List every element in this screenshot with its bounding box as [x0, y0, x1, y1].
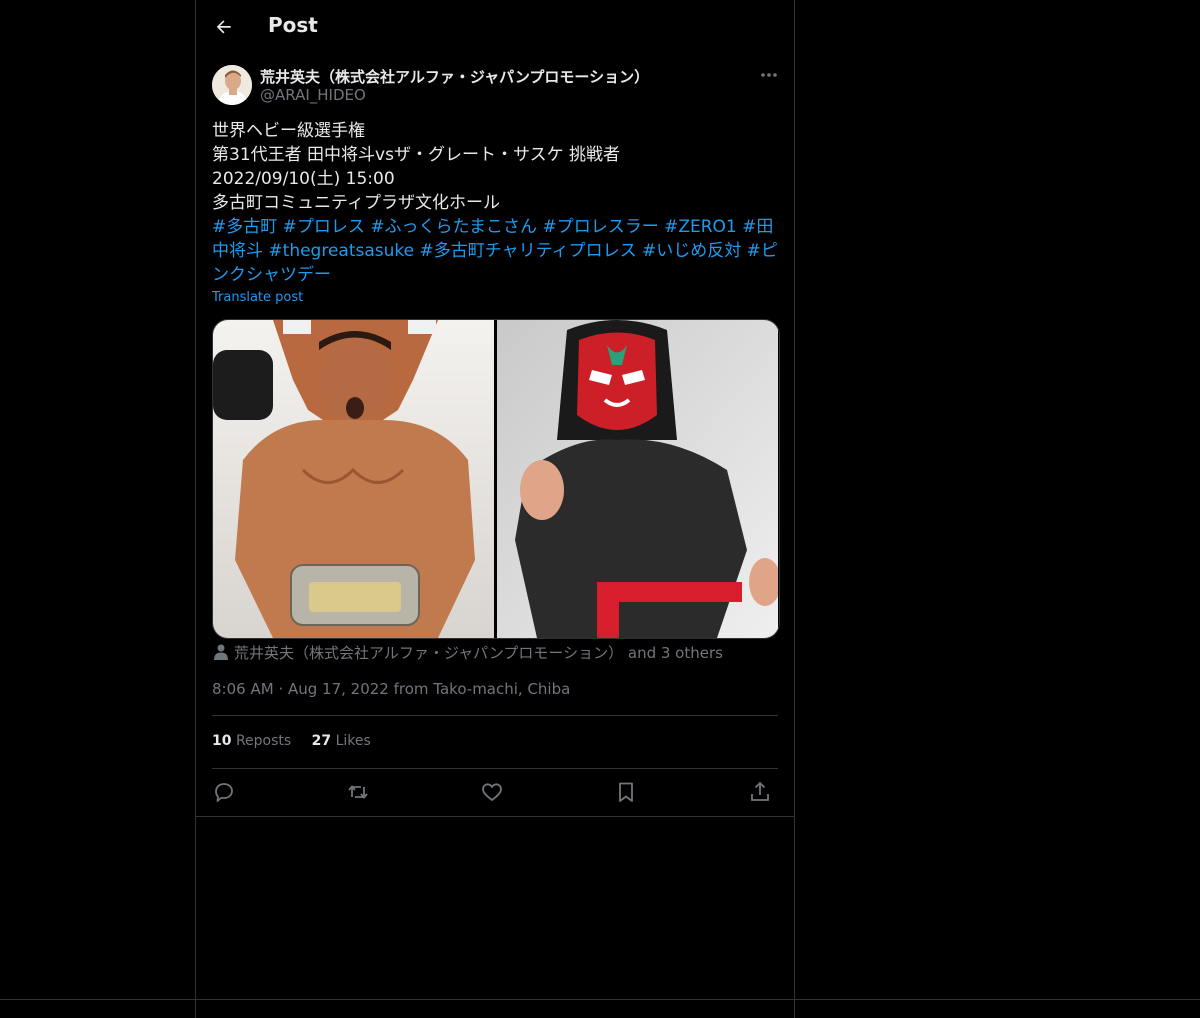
hashtag-list: #多古町 #プロレス #ふっくらたまこさん #プロレスラー #ZERO1 #田中… [212, 217, 778, 285]
like-icon [482, 783, 502, 801]
avatar[interactable] [212, 65, 252, 105]
reposts-stat[interactable]: 10 Reposts [212, 733, 291, 749]
translate-post-link[interactable]: Translate post [212, 290, 303, 305]
post-line: 多古町コミュニティプラザ文化ホール [212, 193, 500, 213]
photo-masked-wrestler[interactable] [497, 320, 778, 638]
post-timestamp: 8:06 AM · Aug 17, 2022 from Tako-machi, … [212, 680, 570, 698]
hashtag-link[interactable]: #ふっくらたまこさん [370, 217, 537, 237]
author-name[interactable]: 荒井英夫（株式会社アルファ・ジャパンプロモーション） [260, 66, 649, 87]
meta-separator: · [278, 680, 284, 698]
bookmark-button[interactable] [614, 780, 638, 804]
main-column: Post 荒井英夫（株式会社アルファ・ジャパンプロモーション） @ARAI_HI… [195, 0, 795, 1018]
masked-wrestler-image [497, 320, 778, 638]
photo-wrestler-champion[interactable] [213, 320, 494, 638]
post-line: 2022/09/10(土) 15:00 [212, 169, 395, 189]
repost-button[interactable] [346, 780, 370, 804]
share-button[interactable] [748, 780, 772, 804]
hashtag-link[interactable]: #プロレスラー [542, 217, 658, 237]
hashtag-link[interactable]: #多古町チャリティプロレス [420, 241, 637, 261]
media-grid [212, 319, 780, 639]
more-button[interactable] [758, 66, 780, 84]
back-button[interactable] [212, 15, 236, 39]
author-handle[interactable]: @ARAI_HIDEO [260, 86, 366, 104]
more-horizontal-icon [761, 73, 777, 77]
action-bar [212, 780, 778, 806]
reply-icon [215, 783, 233, 802]
likes-label: Likes [335, 733, 371, 749]
like-button[interactable] [480, 780, 504, 804]
post-text: 世界ヘビー級選手権 第31代王者 田中将斗vsザ・グレート・サスケ 挑戦者 20… [212, 119, 780, 287]
repost-icon [348, 785, 368, 799]
hashtag-link[interactable]: #thegreatsasuke [268, 241, 414, 261]
page-header: Post [196, 0, 794, 53]
tagged-users[interactable]: 荒井英夫（株式会社アルファ・ジャパンプロモーション） and 3 others [212, 642, 723, 663]
divider [212, 768, 778, 769]
avatar-image [212, 65, 252, 105]
hashtag-link[interactable]: #いじめ反対 [642, 241, 741, 261]
hashtag-link[interactable]: #多古町 [212, 217, 277, 237]
person-icon [214, 644, 228, 660]
post-line: 第31代王者 田中将斗vsザ・グレート・サスケ 挑戦者 [212, 145, 621, 165]
wrestler-champion-image [213, 320, 494, 638]
arrow-left-icon [216, 20, 231, 34]
reposts-count: 10 [212, 733, 232, 749]
divider [196, 816, 794, 817]
post-stats: 10 Reposts 27 Likes [212, 733, 387, 749]
likes-stat[interactable]: 27 Likes [312, 733, 371, 749]
hashtag-link[interactable]: #プロレス [283, 217, 365, 237]
tagged-users-text: 荒井英夫（株式会社アルファ・ジャパンプロモーション） and 3 others [234, 644, 723, 662]
post-date-location[interactable]: Aug 17, 2022 from Tako-machi, Chiba [288, 680, 570, 698]
likes-count: 27 [311, 733, 332, 749]
hashtag-link[interactable]: #ZERO1 [664, 217, 737, 237]
bottom-border [0, 999, 1200, 1000]
divider [212, 715, 778, 716]
share-icon [751, 781, 769, 801]
page-title: Post [268, 13, 318, 37]
reply-button[interactable] [212, 780, 236, 804]
reposts-label: Reposts [235, 733, 292, 749]
bookmark-icon [619, 782, 633, 802]
post-time[interactable]: 8:06 AM [212, 680, 274, 698]
post-line: 世界ヘビー級選手権 [212, 121, 365, 141]
